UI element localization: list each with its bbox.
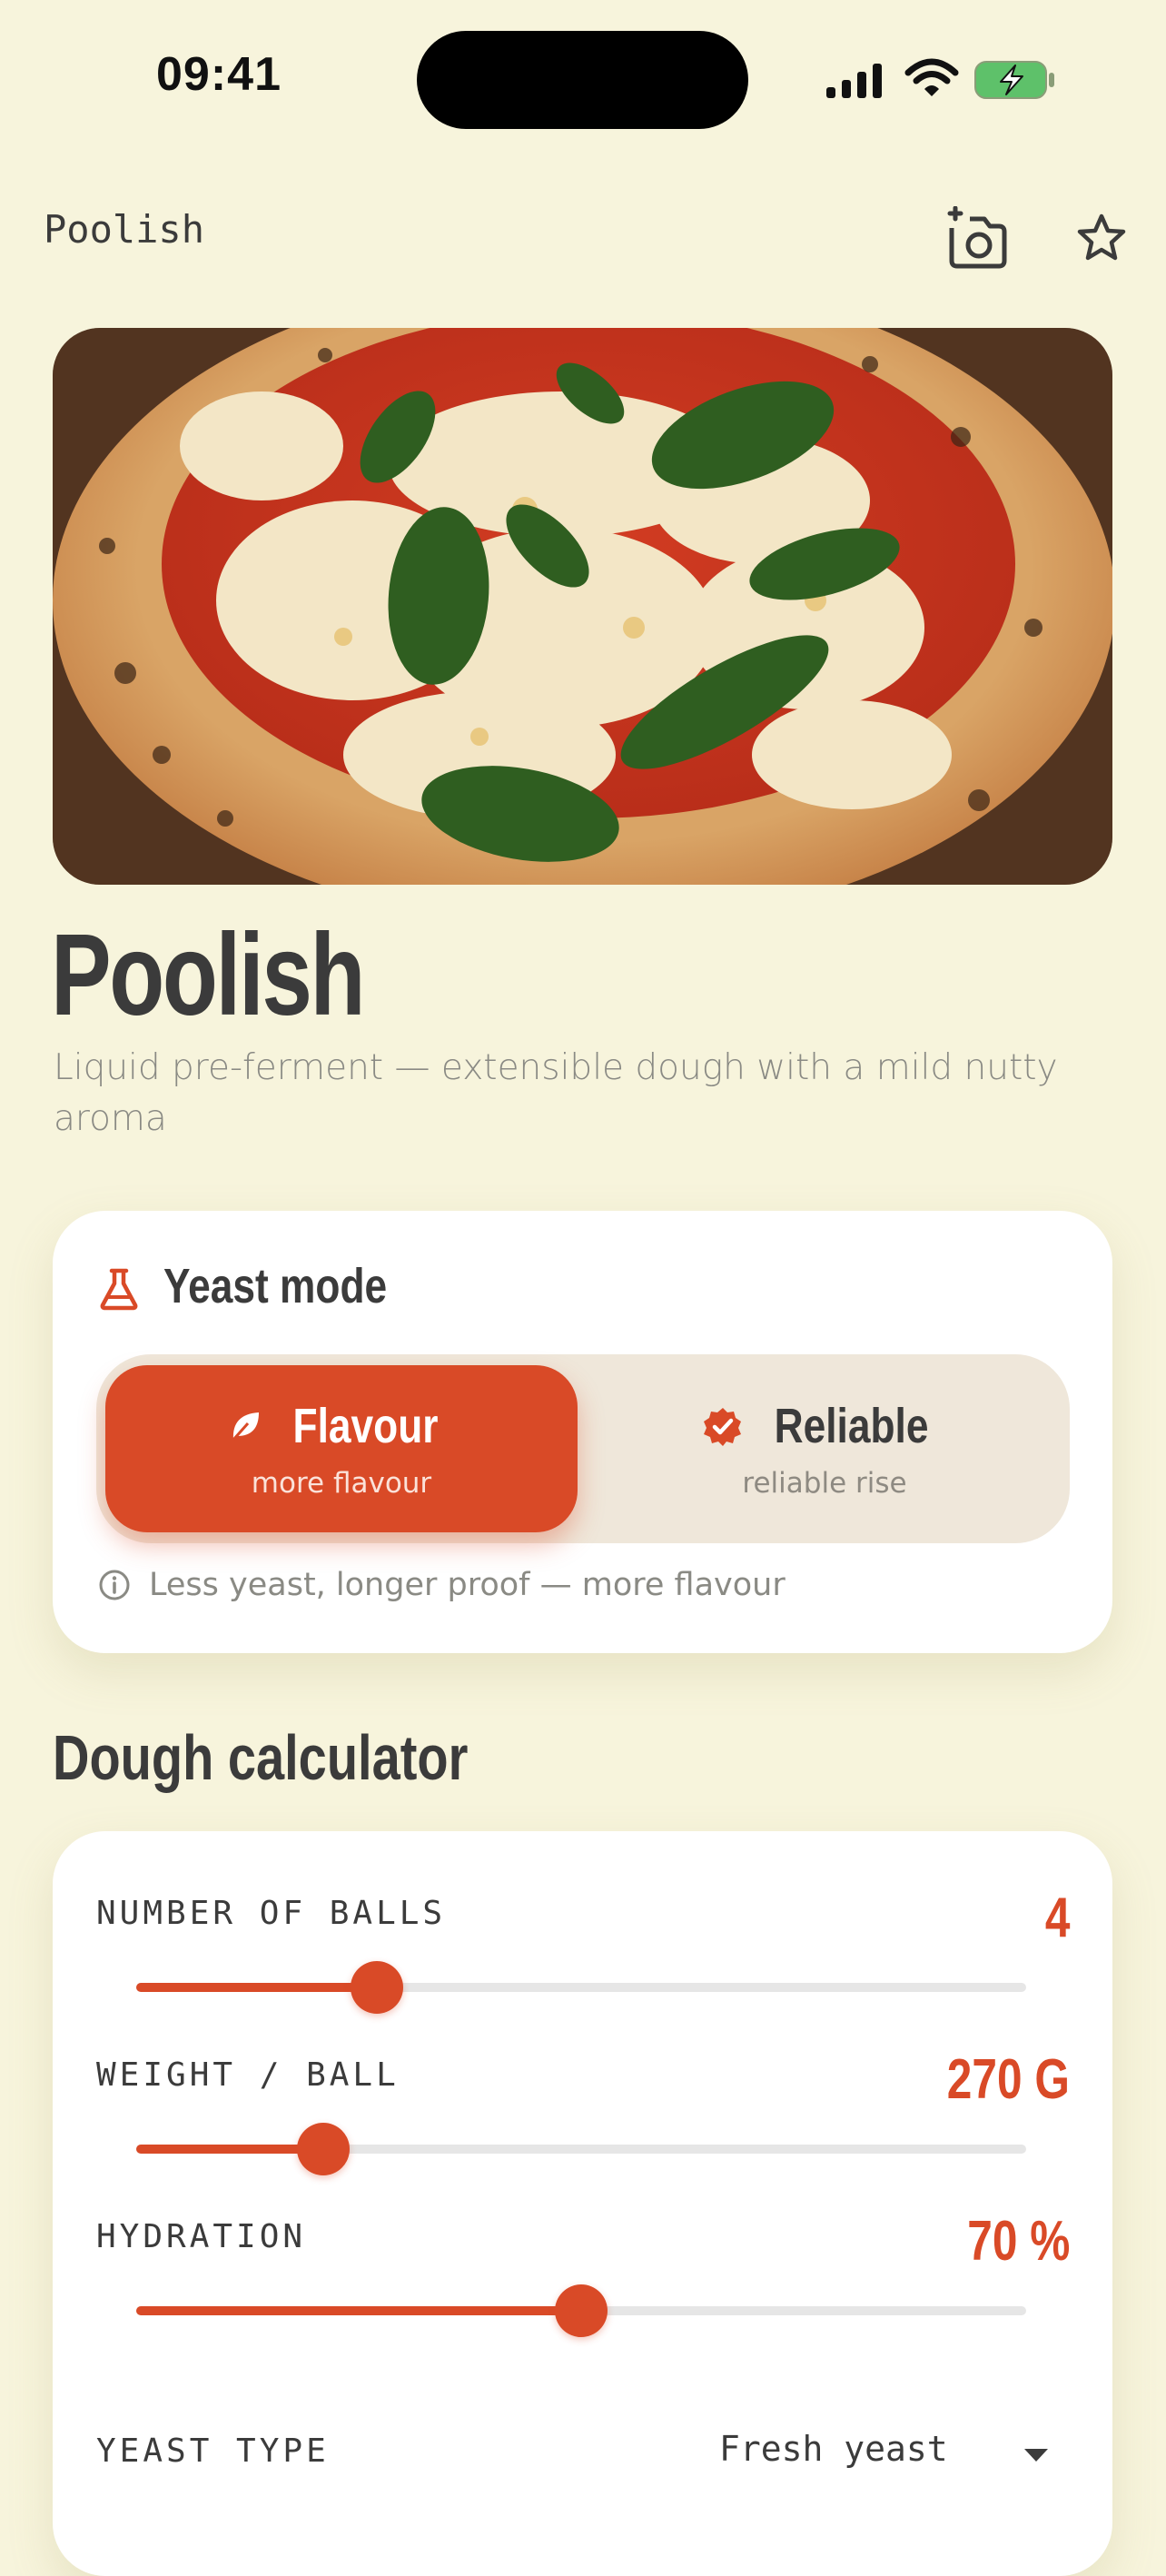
status-time: 09:41 <box>156 48 282 101</box>
ball-weight-row: WEIGHT / BALL 270 G <box>96 2047 1070 2184</box>
yeast-type-select[interactable]: YEAST TYPE Fresh yeast <box>96 2422 1070 2494</box>
ball-weight-value: 270 G <box>946 2048 1070 2111</box>
reliable-option-label: Reliable <box>775 1399 929 1453</box>
hydration-label: HYDRATION <box>96 2218 307 2255</box>
ball-weight-label: WEIGHT / BALL <box>96 2056 400 2094</box>
flask-icon <box>100 1268 138 1311</box>
yeast-mode-toggle: Flavour more flavour Reliable reliable r… <box>96 1354 1070 1543</box>
yeast-type-label: YEAST TYPE <box>96 2432 330 2470</box>
dough-calculator-title: Dough calculator <box>53 1722 469 1793</box>
yeast-mode-hint: Less yeast, longer proof — more flavour <box>98 1567 786 1603</box>
slider-thumb[interactable] <box>555 2284 608 2337</box>
status-bar: 09:41 <box>0 0 1166 154</box>
battery-charging-icon <box>974 61 1054 99</box>
leaf-icon <box>232 1412 260 1441</box>
balls-count-slider[interactable] <box>136 1960 1026 2015</box>
add-photo-icon <box>947 206 1007 269</box>
balls-count-row: NUMBER OF BALLS 4 <box>96 1886 1070 2022</box>
yeast-mode-heading: Yeast mode <box>163 1259 388 1313</box>
reliable-option-sublabel: reliable rise <box>742 1467 907 1500</box>
verified-badge-icon <box>704 1408 742 1446</box>
dropdown-caret-icon <box>1024 2449 1048 2462</box>
app-bar: Poolish <box>0 191 1166 282</box>
yeast-type-value: Fresh yeast <box>719 2429 948 2469</box>
app-bar-title: Poolish <box>44 207 205 252</box>
hydration-slider[interactable] <box>136 2284 1026 2338</box>
wifi-icon <box>904 58 959 96</box>
balls-count-label: NUMBER OF BALLS <box>96 1895 447 1932</box>
flavour-option-label: Flavour <box>293 1399 439 1453</box>
flavour-option-sublabel: more flavour <box>251 1467 432 1500</box>
balls-count-value: 4 <box>1044 1887 1070 1949</box>
recipe-hero-image <box>53 328 1112 885</box>
slider-fill <box>136 2145 323 2154</box>
info-icon <box>99 1570 130 1600</box>
star-icon <box>1077 213 1126 261</box>
ball-weight-slider[interactable] <box>136 2122 1026 2176</box>
slider-thumb[interactable] <box>350 1961 403 2014</box>
slider-fill <box>136 1983 377 1992</box>
recipe-subtitle: Liquid pre-ferment — extensible dough wi… <box>54 1047 1058 1139</box>
slider-thumb[interactable] <box>296 2123 350 2175</box>
hydration-value: 70 % <box>966 2210 1070 2273</box>
yeast-mode-card: Yeast mode Flavour more flavour Reliable… <box>53 1211 1112 1653</box>
flavour-option[interactable]: Flavour more flavour <box>105 1365 578 1532</box>
reliable-option[interactable]: Reliable reliable rise <box>588 1365 1061 1532</box>
recipe-title: Poolish <box>51 910 366 1040</box>
signal-icon <box>826 64 882 98</box>
dough-calculator-card: NUMBER OF BALLS 4 WEIGHT / BALL 270 G HY… <box>53 1831 1112 2576</box>
dynamic-island <box>417 31 748 129</box>
favorite-button[interactable] <box>1065 202 1138 274</box>
add-photo-button[interactable] <box>940 202 1013 274</box>
slider-fill <box>136 2306 581 2315</box>
yeast-mode-hint-text: Less yeast, longer proof — more flavour <box>149 1567 786 1603</box>
hydration-row: HYDRATION 70 % <box>96 2209 1070 2345</box>
